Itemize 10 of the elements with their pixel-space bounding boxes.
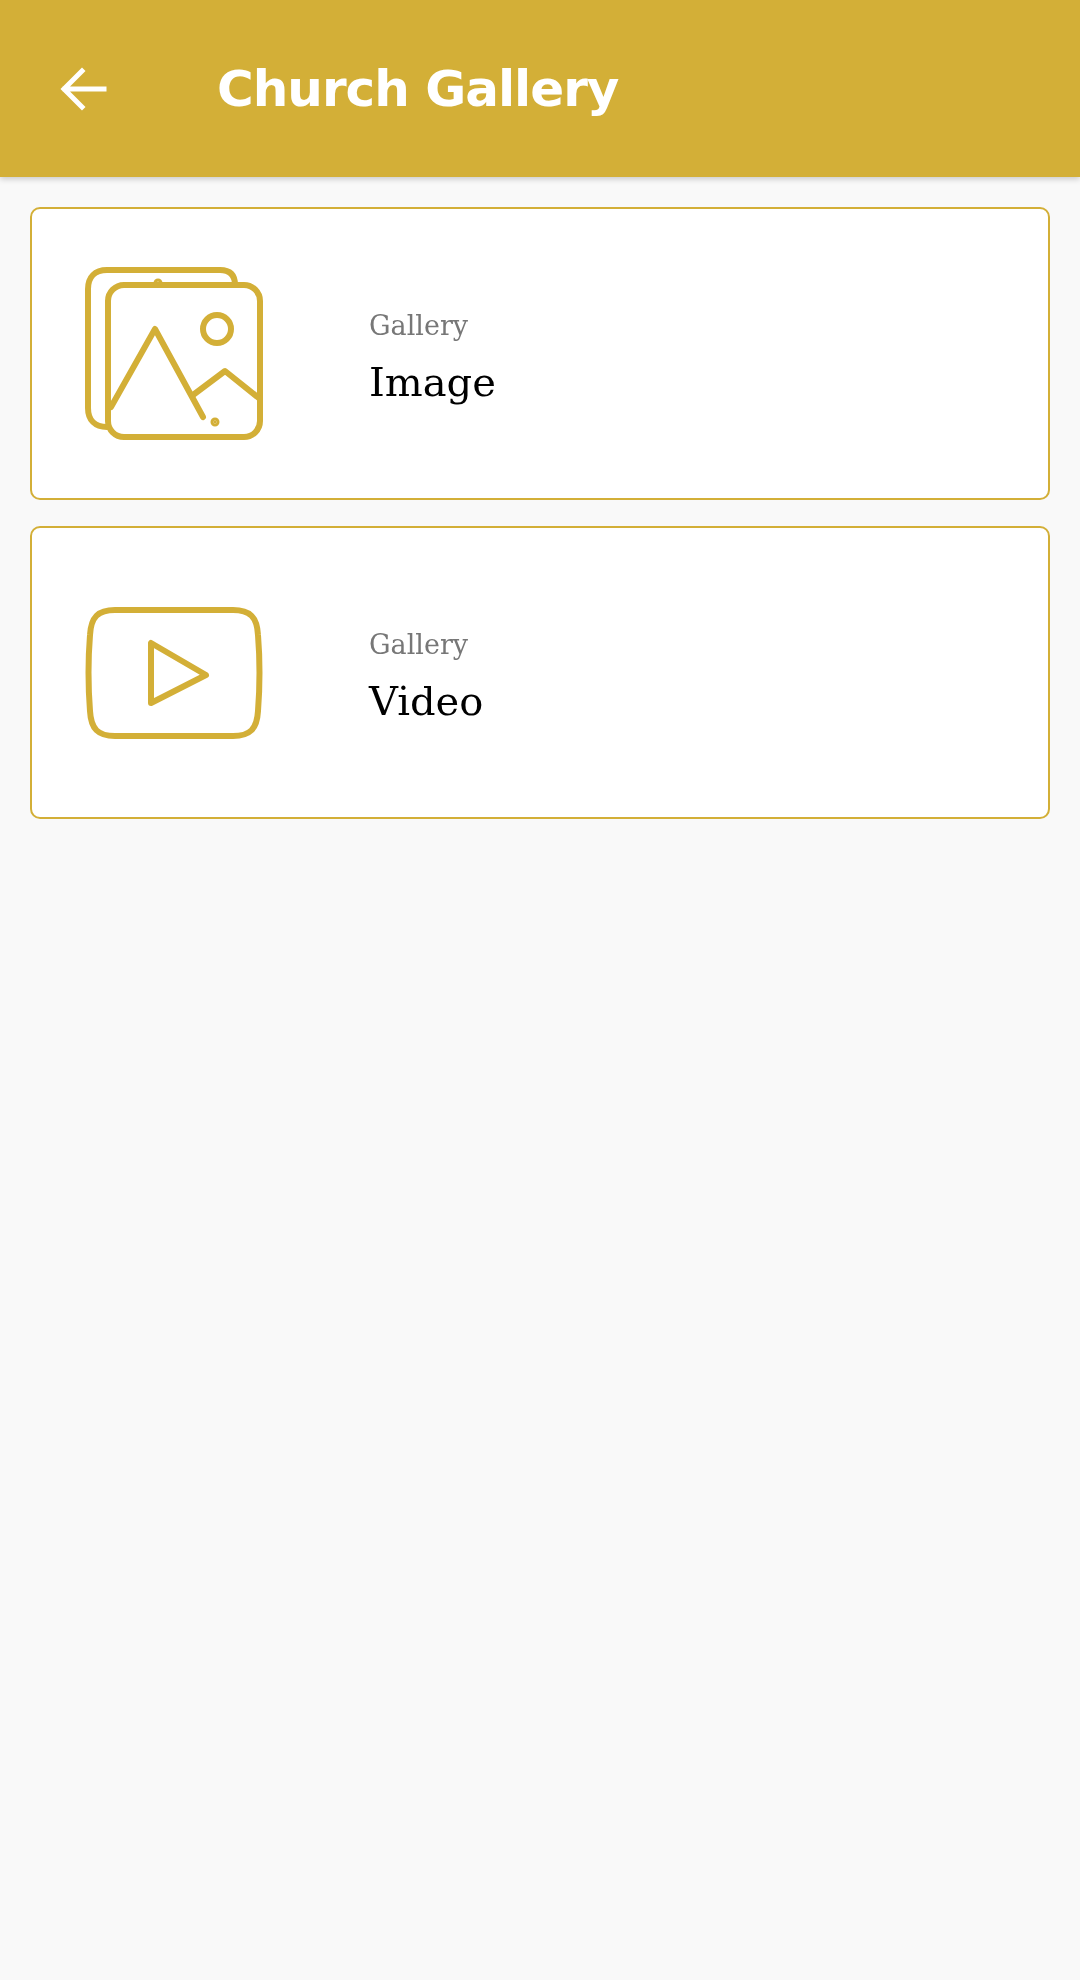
back-arrow-icon	[60, 66, 108, 111]
image-icon	[85, 266, 263, 441]
card-subtitle: Gallery	[369, 310, 470, 341]
gallery-card[interactable]: Gallery Image	[30, 207, 1050, 500]
card-title: Image	[369, 359, 496, 405]
play-icon	[85, 604, 263, 741]
gallery-card[interactable]: Gallery Video	[30, 526, 1050, 819]
screen-title: Church Gallery	[217, 59, 619, 118]
card-subtitle: Gallery	[369, 629, 470, 660]
card-title: Video	[369, 678, 484, 724]
